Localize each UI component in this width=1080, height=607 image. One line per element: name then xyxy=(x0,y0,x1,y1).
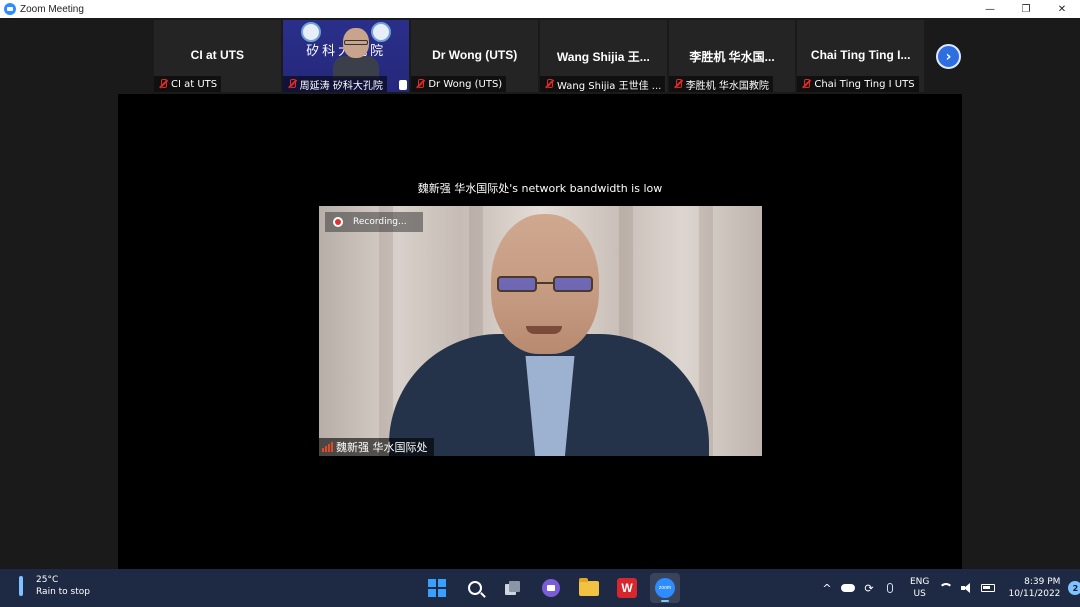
participant-label: Wang Shijia 王世佳 ... xyxy=(540,76,666,92)
mic-muted-icon xyxy=(286,78,298,90)
task-view-icon xyxy=(505,581,521,595)
participant-display-name: 李胜机 华水国... xyxy=(689,50,775,64)
battery-icon[interactable] xyxy=(979,579,997,597)
participant-thumbnail[interactable]: CI at UTS CI at UTS xyxy=(154,20,281,92)
window-controls: — ❐ ✕ xyxy=(972,0,1080,18)
participant-strip: CI at UTS CI at UTS 矽科大孔院 xyxy=(154,20,925,92)
wifi-icon[interactable] xyxy=(937,579,955,597)
region-code: US xyxy=(913,589,926,599)
participant-label: Dr Wong (UTS) xyxy=(411,76,507,92)
participant-thumbnail-video[interactable]: 矽科大孔院 周延涛 矽科大孔院 xyxy=(282,20,410,92)
speaker-glasses xyxy=(497,276,597,294)
record-icon xyxy=(333,217,343,227)
participant-label: Chai Ting Ting I UTS xyxy=(797,76,919,92)
sync-icon[interactable]: ⟳ xyxy=(860,579,878,597)
participant-thumbnail[interactable]: Wang Shijia 王... Wang Shijia 王世佳 ... xyxy=(540,20,667,92)
notification-badge[interactable]: 2 xyxy=(1068,581,1080,595)
active-speaker-area: 魏新强 华水国际处's network bandwidth is low Rec… xyxy=(118,94,962,569)
participant-name: 李胜机 华水国教院 xyxy=(685,80,769,92)
institute-logo-icon xyxy=(300,22,321,42)
microphone-icon[interactable] xyxy=(881,579,899,597)
participant-thumbnail[interactable]: Chai Ting Ting I... Chai Ting Ting I UTS xyxy=(797,20,925,92)
participant-thumbnail[interactable]: Dr Wong (UTS) Dr Wong (UTS) xyxy=(411,20,539,92)
participant-display-name: CI at UTS xyxy=(190,48,244,62)
mic-muted-icon xyxy=(672,78,684,90)
participant-label: CI at UTS xyxy=(154,76,222,92)
weather-description: Rain to stop xyxy=(36,587,90,597)
volume-icon[interactable] xyxy=(958,579,976,597)
participant-label: 周延涛 矽科大孔院 xyxy=(282,76,387,92)
mic-muted-icon xyxy=(414,78,426,90)
active-speaker-video[interactable]: Recording... 魏新强 华水国际处 xyxy=(319,206,762,456)
input-language-button[interactable]: ENG US xyxy=(910,576,929,600)
minimize-button[interactable]: — xyxy=(972,0,1008,18)
title-bar: Zoom Meeting — ❐ ✕ xyxy=(0,0,1080,18)
recording-indicator[interactable]: Recording... xyxy=(325,212,423,232)
search-button[interactable] xyxy=(460,573,490,603)
weather-temperature: 25°C xyxy=(36,575,59,585)
zoom-logo-icon xyxy=(4,3,16,15)
close-button[interactable]: ✕ xyxy=(1044,0,1080,18)
participant-label: 李胜机 华水国教院 xyxy=(668,76,773,92)
weather-widget[interactable]: 25°C Rain to stop xyxy=(16,575,90,597)
participant-name: CI at UTS xyxy=(171,78,218,90)
clock[interactable]: 8:39 PM 10/11/2022 xyxy=(1008,576,1061,600)
participant-name: Chai Ting Ting I UTS xyxy=(814,78,915,90)
windows-logo-icon xyxy=(428,579,446,597)
start-button[interactable] xyxy=(422,573,452,603)
zoom-button[interactable]: zoom xyxy=(650,573,680,603)
signal-strength-icon xyxy=(322,442,333,452)
onedrive-cloud-icon[interactable] xyxy=(839,579,857,597)
meeting-area: CI at UTS CI at UTS 矽科大孔院 xyxy=(0,18,1080,569)
participant-name: Wang Shijia 王世佳 ... xyxy=(557,80,662,92)
system-tray: ^ ⟳ ENG US 8:39 PM 10/11/2022 2 xyxy=(818,569,1080,607)
wps-icon: W xyxy=(617,578,637,598)
file-explorer-button[interactable] xyxy=(574,573,604,603)
clock-date: 10/11/2022 xyxy=(1008,589,1061,599)
participant-video-person xyxy=(332,28,379,78)
taskbar-apps: W zoom xyxy=(422,573,680,603)
language-code: ENG xyxy=(910,577,930,587)
speaker-mouth xyxy=(526,326,562,334)
speaker-name: 魏新强 华水国际处 xyxy=(336,441,428,454)
windows-taskbar: 25°C Rain to stop W zoom ^ ⟳ ENG US 8:39… xyxy=(0,569,1080,607)
participant-thumbnail[interactable]: 李胜机 华水国... 李胜机 华水国教院 xyxy=(668,20,796,92)
search-icon xyxy=(468,581,482,595)
wps-button[interactable]: W xyxy=(612,573,642,603)
recording-label: Recording... xyxy=(353,217,407,227)
cursor-icon xyxy=(399,80,408,90)
participant-display-name: Chai Ting Ting I... xyxy=(810,48,911,62)
mic-muted-icon xyxy=(157,78,169,90)
zoom-meeting-screen: Zoom Meeting — ❐ ✕ CI at UTS CI at UTS 矽… xyxy=(0,0,1080,607)
restore-button[interactable]: ❐ xyxy=(1008,0,1044,18)
speaker-name-label: 魏新强 华水国际处 xyxy=(319,438,434,456)
participant-name: 周延涛 矽科大孔院 xyxy=(299,80,383,92)
mic-muted-icon xyxy=(543,78,555,90)
file-explorer-icon xyxy=(579,577,599,596)
participant-display-name: Dr Wong (UTS) xyxy=(432,48,518,62)
participant-display-name: Wang Shijia 王... xyxy=(556,50,650,64)
thermometer-icon xyxy=(16,576,26,596)
bandwidth-notice: 魏新强 华水国际处's network bandwidth is low xyxy=(417,182,663,195)
show-hidden-icons-button[interactable]: ^ xyxy=(818,579,836,597)
clock-time: 8:39 PM xyxy=(1024,577,1061,587)
window-title: Zoom Meeting xyxy=(20,3,84,15)
participant-name: Dr Wong (UTS) xyxy=(428,78,503,90)
next-participants-button[interactable]: › xyxy=(936,44,961,69)
task-view-button[interactable] xyxy=(498,573,528,603)
mic-muted-icon xyxy=(800,78,812,90)
teams-chat-icon xyxy=(542,579,560,597)
chat-button[interactable] xyxy=(536,573,566,603)
zoom-icon: zoom xyxy=(655,578,675,598)
